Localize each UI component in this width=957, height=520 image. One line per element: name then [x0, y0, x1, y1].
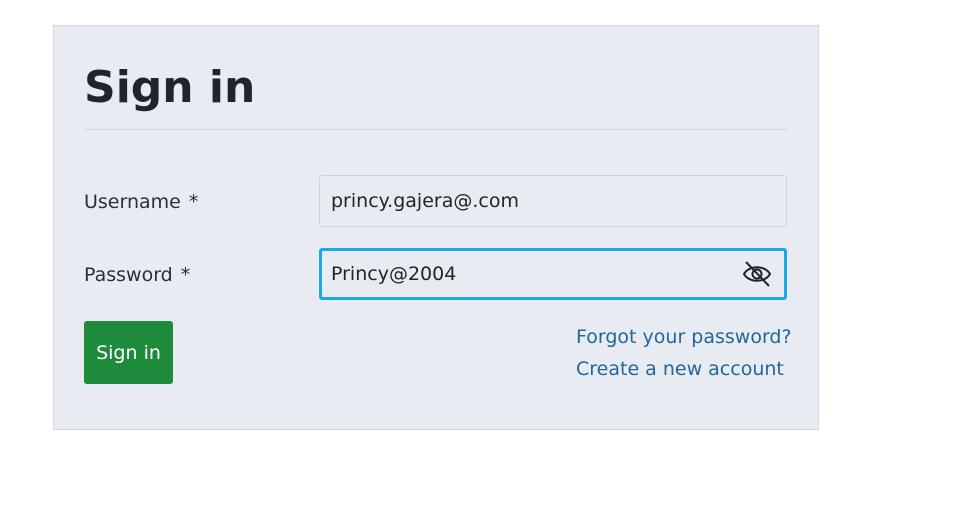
password-label: Password * — [84, 266, 190, 285]
username-required-mark: * — [188, 191, 199, 213]
title-divider — [84, 129, 788, 130]
username-label-text: Username — [84, 191, 181, 213]
forgot-password-link[interactable]: Forgot your password? — [576, 328, 792, 347]
password-input[interactable] — [331, 251, 711, 297]
username-label: Username * — [84, 193, 198, 212]
username-input[interactable] — [331, 176, 711, 226]
page-title: Sign in — [84, 62, 256, 113]
password-required-mark: * — [180, 264, 191, 286]
sign-in-card: Sign in Username * Password * Sign in Forg… — [53, 25, 819, 430]
password-label-text: Password — [84, 264, 173, 286]
sign-in-button[interactable]: Sign in — [84, 321, 173, 384]
username-field-container — [319, 175, 787, 227]
password-field-container — [319, 248, 787, 300]
create-account-link[interactable]: Create a new account — [576, 360, 784, 379]
eye-off-icon[interactable] — [742, 260, 772, 288]
